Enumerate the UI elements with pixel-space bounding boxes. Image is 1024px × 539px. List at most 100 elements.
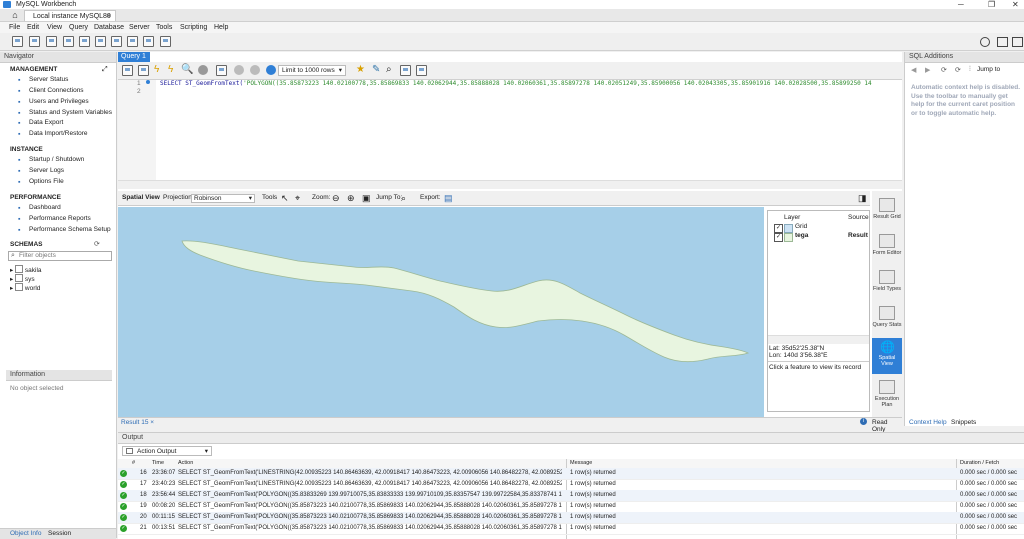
jump-icon[interactable]: ⌕ [401, 191, 406, 205]
layers-toggle-icon[interactable]: ◨ [858, 191, 867, 205]
menu-server[interactable]: Server [129, 22, 150, 33]
save-icon[interactable] [138, 65, 149, 76]
toggle-output-icon[interactable] [1012, 37, 1023, 47]
nav-dashboard[interactable]: ▪ Dashboard [18, 203, 61, 212]
layers-scrollbar[interactable] [768, 335, 869, 344]
tab-object-info[interactable]: Object Info [10, 530, 41, 537]
gear-icon[interactable] [980, 37, 990, 47]
execute-current-icon[interactable]: ϟ [168, 64, 173, 75]
export-icon[interactable]: ▤ [444, 191, 453, 205]
create-view-icon[interactable] [95, 36, 106, 47]
projection-select[interactable]: Robinson ▾ [191, 194, 255, 203]
performance-title: PERFORMANCE [10, 194, 61, 201]
nav-performance-schema[interactable]: ▪ Performance Schema Setup [18, 225, 111, 234]
menu-view[interactable]: View [47, 22, 62, 33]
zoom-fit-icon[interactable]: ▣ [362, 191, 371, 205]
execute-icon[interactable]: ϟ [154, 64, 159, 75]
menu-file[interactable]: File [9, 22, 20, 33]
nav-performance-reports[interactable]: ▪ Performance Reports [18, 214, 91, 223]
auto-help-icon[interactable]: ⟳ [941, 66, 947, 74]
schema-filter-input[interactable]: ⌕ Filter objects [8, 251, 112, 261]
tab-query-1[interactable]: Query 1 × [118, 52, 150, 70]
limit-rows-select[interactable]: Limit to 1000 rows ▾ [278, 65, 346, 76]
schema-world[interactable]: ▸ world [10, 283, 40, 293]
output-type-select[interactable]: Action Output ▾ [122, 446, 212, 456]
nav-server-status[interactable]: ▪ Server Status [18, 75, 68, 84]
beautify-icon[interactable]: ✎ [372, 64, 380, 75]
forward-icon[interactable]: ▶ [925, 66, 930, 74]
nav-data-export[interactable]: ▪ Data Export [18, 118, 63, 127]
tab-snippets[interactable]: Snippets [951, 419, 976, 426]
manual-help-icon[interactable]: ⟳ [955, 66, 961, 74]
commit-icon[interactable] [234, 65, 244, 75]
nav-options-file[interactable]: ▪ Options File [18, 177, 64, 186]
nav-startup-shutdown[interactable]: ▪ Startup / Shutdown [18, 155, 84, 164]
favorite-icon[interactable]: ★ [356, 64, 365, 75]
island-polygon[interactable] [118, 207, 764, 417]
zoom-out-icon[interactable]: ⊖ [332, 191, 340, 205]
zoom-in-icon[interactable]: ⊕ [347, 191, 355, 205]
nav-server-logs[interactable]: ▪ Server Logs [18, 166, 64, 175]
spatial-view-button[interactable]: 🌐 Spatial View [872, 338, 902, 374]
create-procedure-icon[interactable] [111, 36, 122, 47]
rollback-icon[interactable] [250, 65, 260, 75]
tab-session[interactable]: Session [48, 530, 71, 537]
spatial-map[interactable] [118, 207, 764, 417]
nav-users-privileges[interactable]: ▪ Users and Privileges [18, 97, 89, 106]
open-file-icon[interactable] [122, 65, 133, 76]
tega-layer-checkbox[interactable]: ✓ [774, 233, 783, 242]
expand-icon[interactable]: ⤢ [102, 66, 108, 74]
editor-horizontal-scrollbar[interactable] [118, 180, 902, 189]
create-schema-icon[interactable] [63, 36, 74, 47]
jump-to-icon[interactable]: ⫶ [969, 66, 971, 74]
reconnect-icon[interactable] [160, 36, 171, 47]
tab-context-help[interactable]: Context Help [909, 419, 947, 426]
zoom-label: Zoom: [312, 194, 331, 201]
open-inspector-icon[interactable] [46, 36, 57, 47]
create-function-icon[interactable] [127, 36, 138, 47]
autocommit-icon[interactable] [266, 65, 276, 75]
nav-status-variables[interactable]: ▪ Status and System Variables [18, 108, 112, 117]
open-sql-script-icon[interactable] [29, 36, 40, 47]
result-grid-button[interactable]: Result Grid [872, 195, 902, 229]
explain-icon[interactable]: 🔍 [181, 64, 193, 75]
close-icon[interactable]: ✕ [1012, 0, 1019, 9]
menu-scripting[interactable]: Scripting [180, 22, 207, 33]
select-icon[interactable]: ⌖ [295, 191, 300, 205]
wrap-icon[interactable] [416, 65, 427, 76]
menu-edit[interactable]: Edit [27, 22, 39, 33]
schemas-refresh-icon[interactable]: ⟳ [94, 240, 100, 248]
find-icon[interactable]: ⌕ [386, 64, 392, 75]
menu-database[interactable]: Database [94, 22, 124, 33]
search-table-icon[interactable] [143, 36, 154, 47]
invisible-chars-icon[interactable] [400, 65, 411, 76]
menu-help[interactable]: Help [214, 22, 228, 33]
jump-to-select[interactable]: Jump to [977, 66, 1000, 73]
create-table-icon[interactable] [79, 36, 90, 47]
toggle-error-icon[interactable] [216, 65, 227, 76]
new-sql-tab-icon[interactable] [12, 36, 23, 47]
line-number: 2 [137, 88, 141, 95]
stop-icon[interactable] [198, 65, 208, 75]
close-tab-icon[interactable]: × [107, 11, 111, 22]
output-row[interactable]: ✓ 21 00:13:51 SELECT ST_GeomFromText('POLYG… [118, 523, 1024, 535]
toggle-sidebar-icon[interactable] [997, 37, 1008, 47]
maximize-icon[interactable]: ❐ [988, 0, 995, 9]
menu-query[interactable]: Query [69, 22, 88, 33]
grid-layer-checkbox[interactable]: ✓ [774, 224, 783, 233]
sql-editor[interactable]: SELECT ST_GeomFromText('POLYGON((35.8587… [160, 79, 902, 88]
query-stats-button[interactable]: Query Stats [872, 303, 902, 337]
menu-tools[interactable]: Tools [156, 22, 172, 33]
home-icon[interactable]: ⌂ [8, 9, 22, 21]
pointer-icon[interactable]: ↖ [281, 191, 289, 205]
minimize-icon[interactable]: ─ [958, 0, 964, 9]
app-icon [3, 1, 11, 8]
field-types-button[interactable]: Field Types [872, 267, 902, 301]
form-editor-button[interactable]: Form Editor [872, 231, 902, 265]
tab-result-15[interactable]: Result 15 × [121, 419, 154, 426]
nav-client-connections[interactable]: ▪ Client Connections [18, 86, 84, 95]
back-icon[interactable]: ◀ [911, 66, 916, 74]
connection-tab[interactable]: Local instance MySQL80 × [24, 10, 116, 21]
nav-data-import[interactable]: ▪ Data Import/Restore [18, 129, 88, 138]
execution-plan-button[interactable]: Execution Plan [872, 377, 902, 411]
